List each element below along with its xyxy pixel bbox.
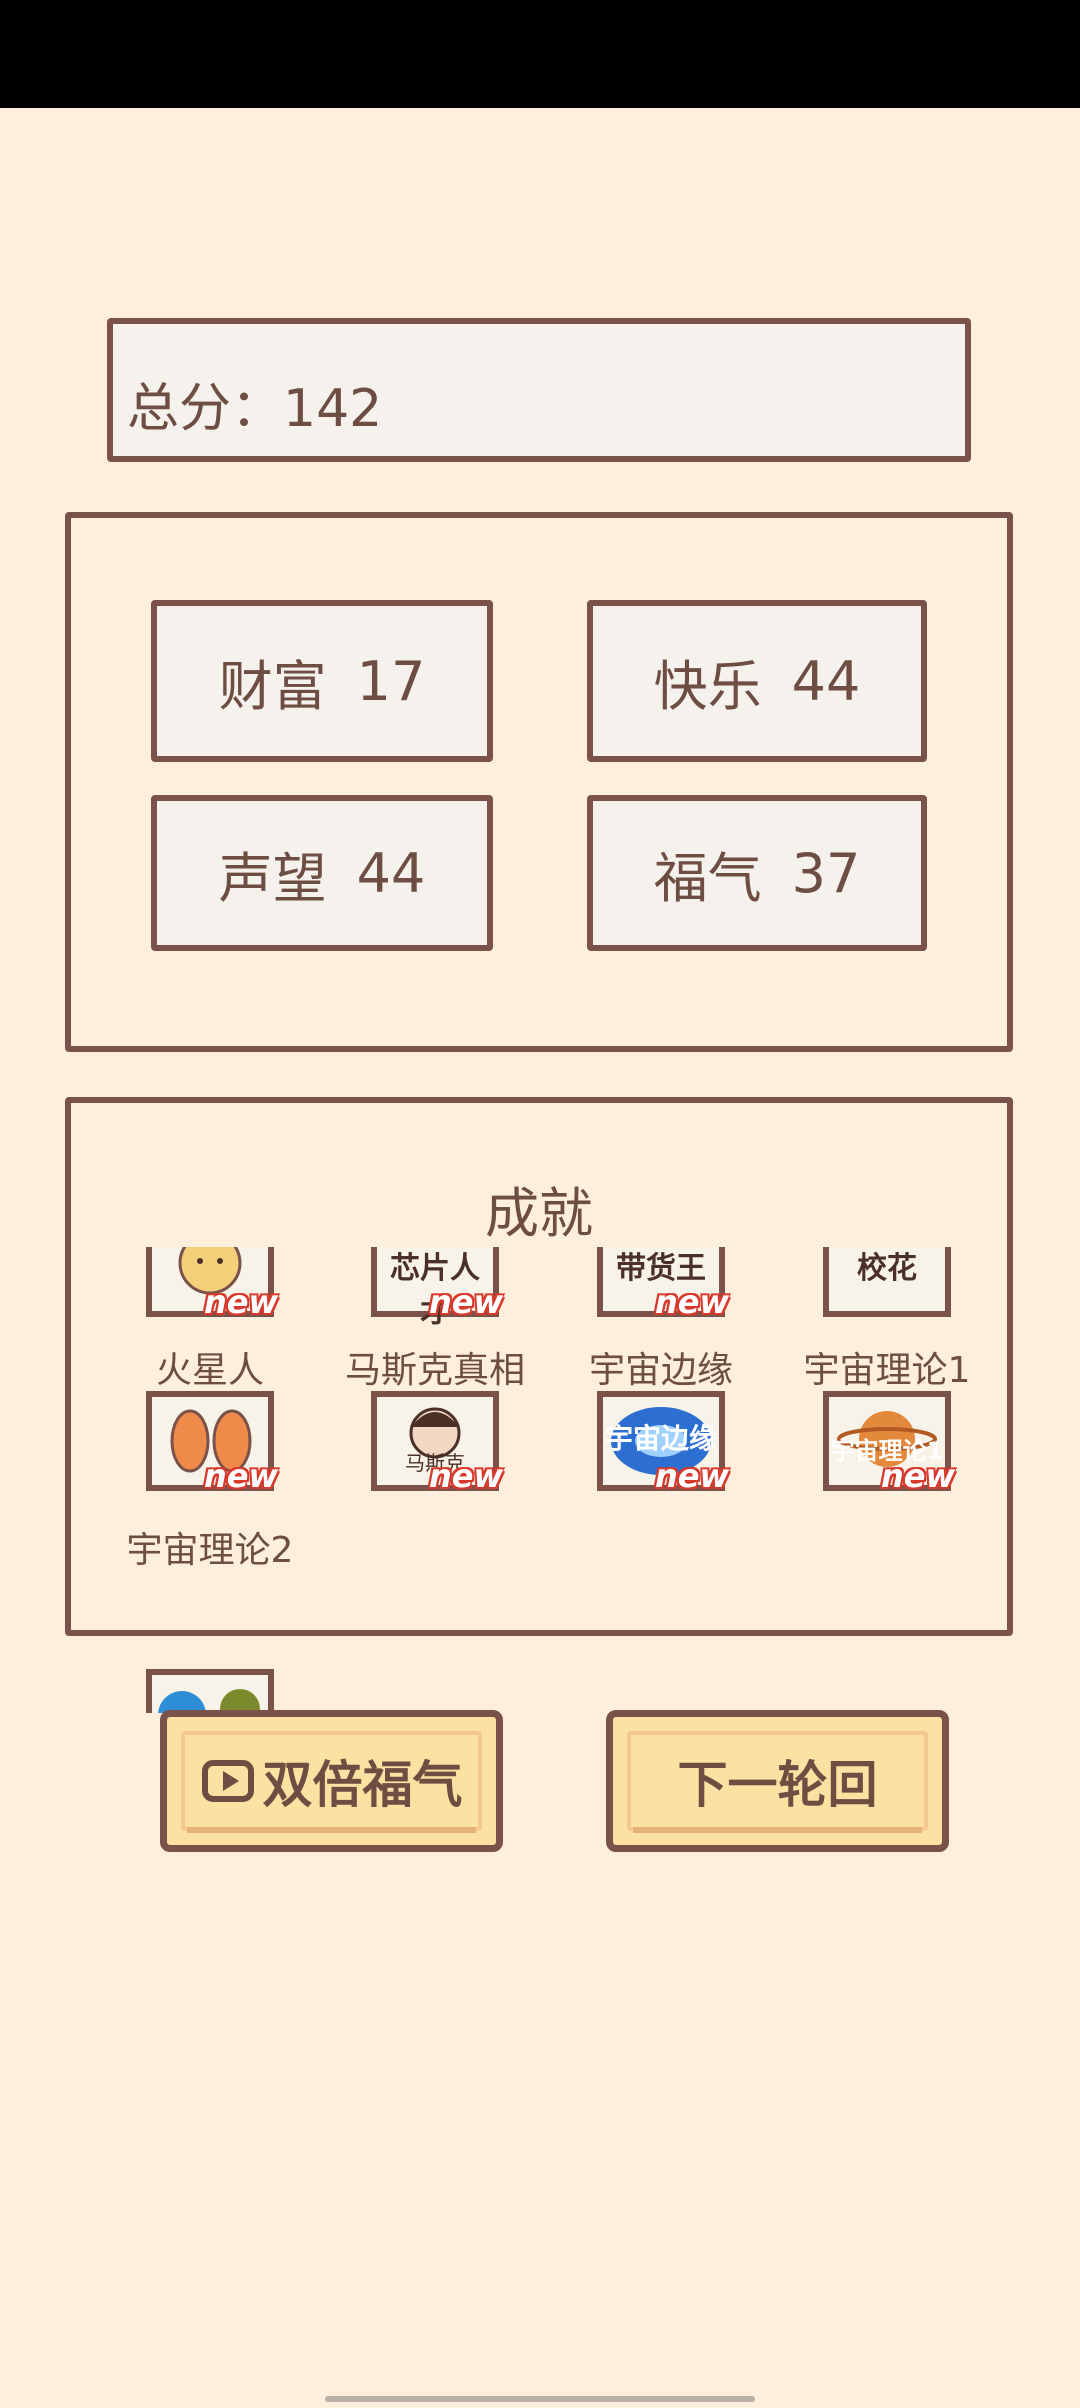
stat-wealth-value: 17 — [356, 649, 426, 713]
stat-fortune: 福气 37 — [587, 795, 927, 951]
earth-icon — [158, 1689, 260, 1713]
achievement-label-5: 宇宙理论2 — [126, 1530, 294, 1571]
stat-fortune-label: 福气 — [653, 846, 762, 910]
next-cycle-button[interactable]: 下一轮回 — [606, 1710, 949, 1852]
achievement-label-2: 马斯克真相 — [344, 1350, 525, 1391]
achievement-label-1: 火星人 — [155, 1350, 264, 1391]
achievement-thumb-6[interactable]: 马斯克 new — [371, 1391, 503, 1495]
achievement-thumb-5[interactable]: new — [146, 1391, 278, 1495]
new-badge: new — [654, 1283, 729, 1321]
stat-reputation: 声望 44 — [151, 795, 493, 951]
next-cycle-label: 下一轮回 — [677, 1756, 878, 1814]
total-score-text: 总分：142 — [127, 379, 383, 439]
achievements-list[interactable]: new 芯片人才 new 带货王 new 校花 火星人 马斯克真相 宇宙边缘 宇… — [71, 1247, 1007, 1713]
achievement-thumb-2[interactable]: 芯片人才 new — [371, 1247, 503, 1330]
new-badge: new — [428, 1283, 503, 1321]
next-cycle-button-inner: 下一轮回 — [627, 1731, 928, 1831]
double-fortune-label: 双倍福气 — [262, 1756, 463, 1814]
stat-happiness-value: 44 — [791, 649, 861, 713]
achievement-thumb-4[interactable]: 校花 — [823, 1247, 951, 1317]
new-badge: new — [428, 1457, 503, 1495]
stat-happiness-label: 快乐 — [653, 654, 762, 718]
status-bar — [0, 0, 1080, 108]
stat-wealth-label: 财富 — [218, 654, 327, 718]
button-shadow-bar — [187, 1827, 476, 1833]
stat-wealth: 财富 17 — [151, 600, 493, 762]
achievement-thumb-3-text: 带货王 — [616, 1251, 706, 1286]
total-score-panel: 总分：142 — [107, 318, 971, 462]
stat-happiness: 快乐 44 — [587, 600, 927, 762]
video-camera-icon — [201, 1760, 254, 1802]
double-fortune-button[interactable]: 双倍福气 — [160, 1710, 503, 1852]
new-badge: new — [880, 1457, 955, 1495]
double-fortune-button-inner: 双倍福气 — [181, 1731, 482, 1831]
achievement-thumb-3[interactable]: 带货王 new — [597, 1247, 729, 1321]
achievements-title: 成就 — [485, 1182, 593, 1245]
new-badge: new — [654, 1457, 729, 1495]
button-shadow-bar — [633, 1827, 922, 1833]
stat-fortune-value: 37 — [791, 841, 861, 905]
new-badge: new — [203, 1457, 278, 1495]
achievement-thumb-9[interactable] — [146, 1669, 274, 1713]
achievement-thumb-7[interactable]: 宇宙边缘 new — [597, 1391, 729, 1495]
achievement-thumb-4-text: 校花 — [857, 1251, 917, 1286]
achievement-thumb-7-text: 宇宙边缘 — [604, 1422, 717, 1455]
achievement-label-4: 宇宙理论1 — [803, 1350, 971, 1391]
stat-reputation-label: 声望 — [218, 846, 327, 910]
achievement-thumb-1[interactable]: new — [146, 1247, 278, 1321]
home-indicator[interactable] — [325, 2396, 755, 2402]
achievements-panel: 成就 new 芯片人才 new 带货王 new 校花 火星人 马斯克真相 宇宙边… — [65, 1097, 1013, 1713]
stats-panel: 财富 17 快乐 44 声望 44 福气 37 — [65, 512, 1013, 1052]
achievement-label-3: 宇宙边缘 — [588, 1350, 733, 1391]
new-badge: new — [203, 1283, 278, 1321]
stat-reputation-value: 44 — [356, 841, 426, 905]
achievement-thumb-8[interactable]: 宇宙理论1 new — [823, 1391, 955, 1495]
